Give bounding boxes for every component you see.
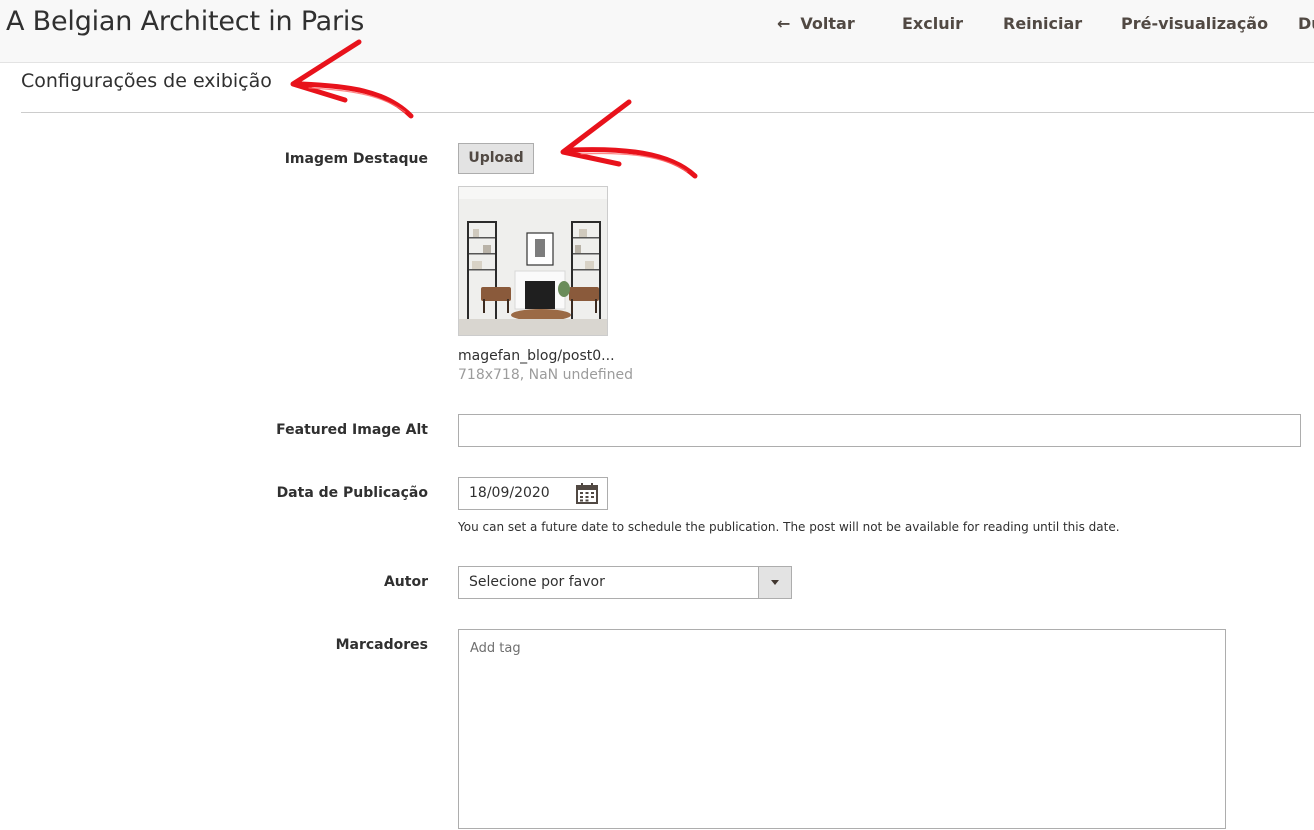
publish-date-value: 18/09/2020 <box>469 485 550 501</box>
chevron-down-icon[interactable] <box>758 567 791 598</box>
back-button[interactable]: ← Voltar <box>777 14 855 33</box>
author-select-value: Selecione por favor <box>469 574 605 590</box>
tags-label: Marcadores <box>335 637 428 653</box>
file-name: magefan_blog/post0... <box>458 348 615 364</box>
publish-date-input[interactable]: 18/09/2020 <box>458 477 608 510</box>
duplicate-button[interactable]: Du <box>1298 14 1314 33</box>
preview-button[interactable]: Pré-visualização <box>1121 14 1268 33</box>
featured-image-label: Imagem Destaque <box>284 151 428 167</box>
featured-image-alt-label: Featured Image Alt <box>276 422 428 438</box>
upload-button[interactable]: Upload <box>458 143 534 174</box>
section-divider <box>21 112 1314 113</box>
page-actions: ← Voltar Excluir Reiniciar Pré-visualizaç… <box>0 14 1314 36</box>
author-label: Autor <box>383 574 428 590</box>
tags-placeholder: Add tag <box>470 641 521 656</box>
room-image <box>459 187 607 335</box>
featured-image-thumbnail[interactable] <box>458 186 608 336</box>
calendar-icon[interactable] <box>576 483 598 504</box>
reset-button[interactable]: Reiniciar <box>1003 14 1082 33</box>
page-header: A Belgian Architect in Paris ← Voltar Exc… <box>0 0 1314 63</box>
file-meta: 718x718, NaN undefined <box>458 367 634 383</box>
tags-input[interactable]: Add tag <box>458 629 1226 829</box>
publish-date-label: Data de Publicação <box>276 485 428 501</box>
featured-image-alt-input[interactable] <box>458 414 1301 447</box>
publish-date-note: You can set a future date to schedule th… <box>458 520 1120 534</box>
annotation-arrow-icon <box>560 99 698 179</box>
arrow-left-icon: ← <box>777 14 791 33</box>
author-select[interactable]: Selecione por favor <box>458 566 792 599</box>
section-title[interactable]: Configurações de exibição <box>21 70 272 92</box>
back-button-label: Voltar <box>800 14 855 33</box>
delete-button[interactable]: Excluir <box>902 14 963 33</box>
